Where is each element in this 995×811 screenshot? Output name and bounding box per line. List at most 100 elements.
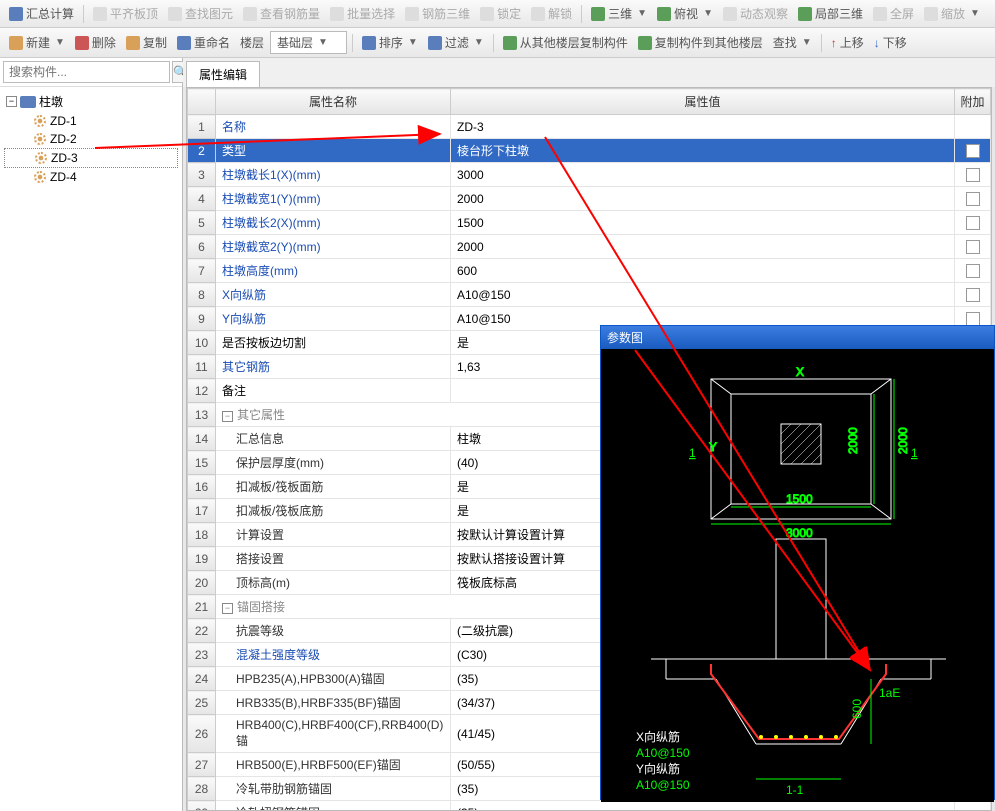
checkbox[interactable]	[966, 312, 980, 326]
prop-name: 扣减板/筏板面筋	[216, 475, 451, 499]
check-steel-button[interactable]: 查看钢筋量	[239, 3, 324, 24]
checkbox[interactable]	[966, 240, 980, 254]
fullscreen-button[interactable]: 全屏	[869, 3, 918, 24]
row-num: 10	[188, 331, 216, 355]
zoom-icon	[924, 7, 938, 21]
row-num: 3	[188, 163, 216, 187]
prop-value[interactable]: ZD-3	[451, 115, 955, 139]
align-top-button[interactable]: 平齐板顶	[89, 3, 162, 24]
prop-value[interactable]: 600	[451, 259, 955, 283]
zoom-button[interactable]: 缩放▼	[920, 3, 984, 24]
prop-name: 冷轧扭钢筋锚固	[216, 801, 451, 811]
checkbox[interactable]	[966, 144, 980, 158]
collapse-icon[interactable]: −	[222, 603, 233, 614]
filter-button[interactable]: 过滤▼	[424, 32, 488, 53]
prop-name: 计算设置	[216, 523, 451, 547]
prop-name: X向纵筋	[216, 283, 451, 307]
rename-button[interactable]: 重命名	[173, 32, 234, 53]
tree-item-ZD-2[interactable]: ZD-2	[4, 130, 178, 148]
batch-select-button[interactable]: 批量选择	[326, 3, 399, 24]
steel-3d-button[interactable]: 钢筋三维	[401, 3, 474, 24]
grid-row[interactable]: 4柱墩截宽1(Y)(mm)2000	[188, 187, 991, 211]
row-num: 16	[188, 475, 216, 499]
collapse-icon[interactable]: −	[6, 96, 17, 107]
svg-text:1500: 1500	[786, 492, 813, 506]
grid-row[interactable]: 2类型棱台形下柱墩	[188, 139, 991, 163]
grid-row[interactable]: 1名称ZD-3	[188, 115, 991, 139]
svg-text:A10@150: A10@150	[636, 746, 690, 760]
sigma-icon	[9, 7, 23, 21]
find-button[interactable]: 查找▼	[769, 32, 816, 53]
checkbox[interactable]	[966, 192, 980, 206]
prop-value[interactable]: 2000	[451, 187, 955, 211]
row-num: 13	[188, 403, 216, 427]
tab-property-edit[interactable]: 属性编辑	[186, 61, 260, 87]
new-button[interactable]: 新建▼	[5, 32, 69, 53]
sum-calc-button[interactable]: 汇总计算	[5, 3, 78, 24]
full-icon	[873, 7, 887, 21]
prop-name: HRB400(C),HRBF400(CF),RRB400(D)锚	[216, 715, 451, 753]
copy-to-button[interactable]: 复制构件到其他楼层	[634, 32, 767, 53]
tree-item-ZD-1[interactable]: ZD-1	[4, 112, 178, 130]
row-num: 21	[188, 595, 216, 619]
search-input[interactable]	[3, 61, 170, 83]
sort-button[interactable]: 排序▼	[358, 32, 422, 53]
prop-name: 柱墩截宽2(Y)(mm)	[216, 235, 451, 259]
top-icon	[657, 7, 671, 21]
unlock-button[interactable]: 解锁	[527, 3, 576, 24]
local-3d-button[interactable]: 局部三维	[794, 3, 867, 24]
find-elem-button[interactable]: 查找图元	[164, 3, 237, 24]
row-num: 12	[188, 379, 216, 403]
prop-value[interactable]: 棱台形下柱墩	[451, 139, 955, 163]
delete-button[interactable]: 删除	[71, 32, 120, 53]
col-value: 属性值	[451, 89, 955, 115]
component-tree-panel: 🔍 − 柱墩 ZD-1ZD-2ZD-3ZD-4	[0, 58, 183, 811]
tree-item-label: ZD-3	[51, 151, 78, 165]
grid-row[interactable]: 8X向纵筋A10@150	[188, 283, 991, 307]
diagram-title[interactable]: 参数图	[601, 326, 994, 349]
perspective-button[interactable]: 俯视▼	[653, 3, 717, 24]
row-num: 23	[188, 643, 216, 667]
base-select[interactable]: 基础层▼	[270, 31, 347, 54]
col-extra: 附加	[955, 89, 991, 115]
row-num: 19	[188, 547, 216, 571]
checkbox[interactable]	[966, 288, 980, 302]
tree-item-ZD-4[interactable]: ZD-4	[4, 168, 178, 186]
checkbox[interactable]	[966, 216, 980, 230]
prop-name: 是否按板边切割	[216, 331, 451, 355]
row-num: 25	[188, 691, 216, 715]
row-num: 15	[188, 451, 216, 475]
prop-value[interactable]: 1500	[451, 211, 955, 235]
collapse-icon[interactable]: −	[222, 411, 233, 422]
sort-icon	[362, 36, 376, 50]
move-up-button[interactable]: ↑上移	[827, 32, 868, 53]
view-3d-button[interactable]: 三维▼	[587, 3, 651, 24]
checkbox[interactable]	[966, 264, 980, 278]
prop-value[interactable]: 3000	[451, 163, 955, 187]
copy-from-button[interactable]: 从其他楼层复制构件	[499, 32, 632, 53]
row-num: 8	[188, 283, 216, 307]
grid-row[interactable]: 7柱墩高度(mm)600	[188, 259, 991, 283]
copy-button[interactable]: 复制	[122, 32, 171, 53]
dynamic-button[interactable]: 动态观察	[719, 3, 792, 24]
tree-item-label: ZD-4	[50, 170, 77, 184]
tree-root[interactable]: − 柱墩	[4, 91, 178, 112]
tree-item-ZD-3[interactable]: ZD-3	[4, 148, 178, 168]
grid-row[interactable]: 3柱墩截长1(X)(mm)3000	[188, 163, 991, 187]
prop-value[interactable]: A10@150	[451, 283, 955, 307]
grid-row[interactable]: 6柱墩截宽2(Y)(mm)2000	[188, 235, 991, 259]
prop-value[interactable]: 2000	[451, 235, 955, 259]
move-down-button[interactable]: ↓下移	[870, 32, 911, 53]
row-num: 24	[188, 667, 216, 691]
svg-text:A10@150: A10@150	[636, 778, 690, 792]
floor-label: 楼层	[236, 32, 268, 53]
lock-button[interactable]: 锁定	[476, 3, 525, 24]
checkbox[interactable]	[966, 168, 980, 182]
rename-icon	[177, 36, 191, 50]
row-num: 4	[188, 187, 216, 211]
grid-row[interactable]: 5柱墩截长2(X)(mm)1500	[188, 211, 991, 235]
copy-icon	[126, 36, 140, 50]
svg-text:1-1: 1-1	[786, 783, 804, 797]
parameter-diagram-window[interactable]: 参数图 1500 3000 2000 2000 X	[600, 325, 995, 800]
svg-text:1aE: 1aE	[879, 686, 900, 700]
